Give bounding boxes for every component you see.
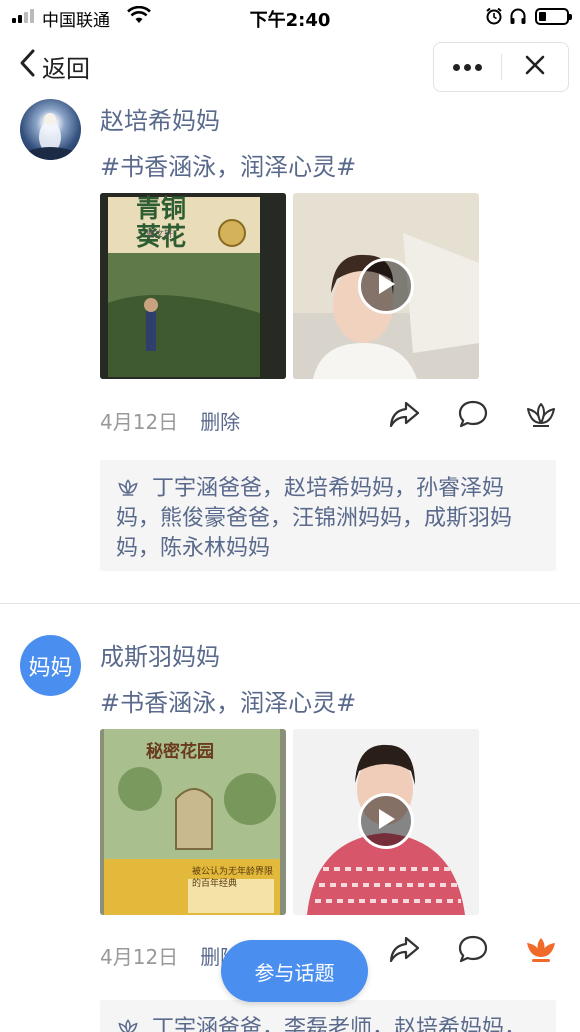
post-username[interactable]: 成斯羽妈妈 xyxy=(100,637,220,672)
mini-program-capsule xyxy=(433,42,569,92)
close-button[interactable] xyxy=(502,43,569,91)
video-thumbnail[interactable] xyxy=(293,193,479,379)
headphones-icon xyxy=(509,7,527,30)
share-button[interactable] xyxy=(386,398,422,434)
video-thumbnail[interactable] xyxy=(293,729,479,915)
play-button[interactable] xyxy=(358,258,414,314)
comment-button[interactable] xyxy=(455,933,491,969)
like-button[interactable] xyxy=(523,933,559,969)
moments-page: 中国联通 下午2:40 返回 赵培希妈妈 #书香涵泳，润泽心灵# 青铜葵花 曹文… xyxy=(0,0,580,1032)
avatar[interactable] xyxy=(20,99,81,160)
comment-icon xyxy=(457,399,489,433)
share-button[interactable] xyxy=(386,933,422,969)
likes-names[interactable]: 丁宇涵爸爸，李磊老师，赵培希妈妈， xyxy=(152,1016,526,1032)
back-label: 返回 xyxy=(42,54,90,83)
post-divider xyxy=(0,603,580,604)
post-username[interactable]: 赵培希妈妈 xyxy=(100,101,220,136)
post-topic[interactable]: #书香涵泳，润泽心灵# xyxy=(100,147,356,182)
book-title: 青铜葵花 xyxy=(136,194,187,251)
likes-list: 丁宇涵爸爸，李磊老师，赵培希妈妈， xyxy=(100,1000,556,1032)
more-dots-icon xyxy=(452,63,482,71)
likes-names[interactable]: 丁宇涵爸爸，赵培希妈妈，孙睿泽妈妈，熊俊豪爸爸，汪锦洲妈妈，成斯羽妈妈，陈永林妈… xyxy=(116,476,512,561)
comment-icon xyxy=(457,934,489,968)
avatar-text: 妈妈 xyxy=(28,655,73,681)
join-topic-button[interactable]: 参与话题 xyxy=(221,940,368,1002)
lotus-icon xyxy=(116,1016,140,1032)
share-icon xyxy=(388,399,420,433)
post-date: 4月12日 xyxy=(100,410,179,434)
post-meta: 4月12日 删除 xyxy=(100,941,240,970)
comment-button[interactable] xyxy=(455,398,491,434)
alarm-icon xyxy=(485,7,503,30)
play-button[interactable] xyxy=(358,793,414,849)
avatar[interactable]: 妈妈 xyxy=(20,635,81,696)
more-button[interactable] xyxy=(434,43,501,91)
post-topic[interactable]: #书香涵泳，润泽心灵# xyxy=(100,683,356,718)
nav-bar: 返回 xyxy=(0,32,580,100)
post-meta: 4月12日 删除 xyxy=(100,406,240,435)
chevron-left-icon xyxy=(18,48,36,84)
like-button[interactable] xyxy=(523,398,559,434)
status-bar: 中国联通 下午2:40 xyxy=(0,0,580,32)
likes-list: 丁宇涵爸爸，赵培希妈妈，孙睿泽妈妈，熊俊豪爸爸，汪锦洲妈妈，成斯羽妈妈，陈永林妈… xyxy=(100,460,556,571)
lotus-icon xyxy=(525,399,557,433)
book-tagline: 被公认为无年龄界限的百年经典 xyxy=(192,867,274,889)
back-button[interactable]: 返回 xyxy=(18,48,90,84)
delete-link[interactable]: 删除 xyxy=(200,406,240,435)
lotus-icon xyxy=(525,934,557,968)
book-photo[interactable]: 秘密花园 被公认为无年龄界限的百年经典 xyxy=(100,729,286,915)
post-date: 4月12日 xyxy=(100,945,179,969)
book-photo[interactable]: 青铜葵花 曹文轩 xyxy=(100,193,286,379)
share-icon xyxy=(388,934,420,968)
battery-icon xyxy=(535,8,572,25)
lotus-icon xyxy=(116,476,140,496)
play-icon xyxy=(375,807,397,835)
close-icon xyxy=(525,55,545,79)
book-author: 曹文轩 xyxy=(146,230,174,240)
play-icon xyxy=(375,272,397,300)
book-title: 秘密花园 xyxy=(146,742,214,762)
